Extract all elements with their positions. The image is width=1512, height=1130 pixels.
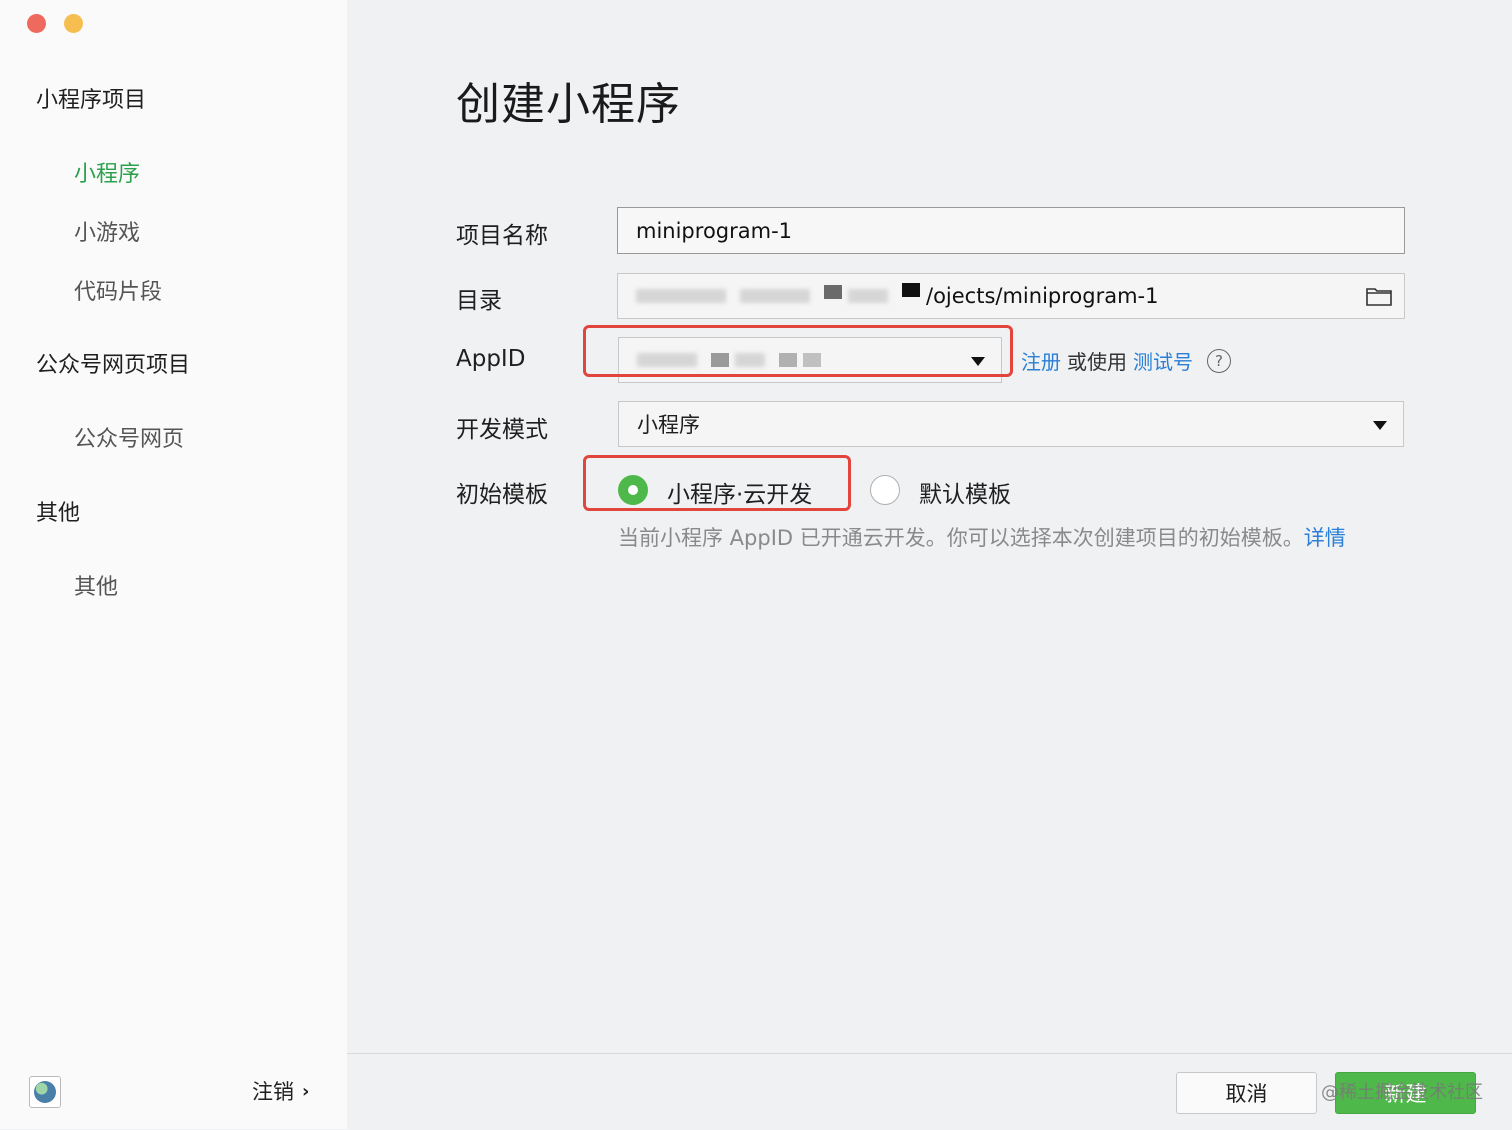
register-link[interactable]: 注册 (1021, 346, 1061, 375)
nav-group-official-account-project: 公众号网页项目 (36, 353, 191, 378)
caret-down-icon (1373, 421, 1387, 430)
redacted-appid (803, 353, 821, 367)
project-name-value: miniprogram-1 (636, 218, 793, 243)
template-hint-text: 当前小程序 AppID 已开通云开发。你可以选择本次创建项目的初始模板。 (618, 526, 1304, 550)
appid-label: AppID (456, 346, 526, 372)
dev-mode-select[interactable]: 小程序 (618, 401, 1404, 447)
dev-mode-value: 小程序 (637, 413, 700, 437)
directory-label: 目录 (456, 288, 502, 314)
sidebar-item-minigame[interactable]: 小游戏 (74, 215, 140, 247)
sidebar: 小程序项目 小程序 小游戏 代码片段 公众号网页项目 公众号网页 其他 其他 注… (0, 0, 347, 1129)
redacted-path (824, 285, 842, 299)
caret-down-icon (971, 357, 985, 366)
redacted-appid (779, 353, 797, 367)
watermark: @稀土掘金技术社区 (1321, 1082, 1483, 1103)
globe-icon (34, 1081, 56, 1103)
dialog-footer: 取消 新建 @稀土掘金技术社区 (347, 1053, 1512, 1130)
test-account-link[interactable]: 测试号 (1133, 346, 1193, 375)
sidebar-item-other[interactable]: 其他 (74, 569, 118, 601)
folder-icon[interactable] (1366, 286, 1392, 306)
window-minimize-button[interactable] (64, 14, 83, 33)
nav-group-other: 其他 (36, 501, 81, 526)
question-circle-icon[interactable]: ? (1207, 348, 1231, 373)
sidebar-item-official-account-web[interactable]: 公众号网页 (74, 421, 184, 453)
directory-input[interactable]: /ojects/miniprogram-1 (617, 273, 1405, 319)
cancel-button[interactable]: 取消 (1176, 1072, 1317, 1114)
page-title: 创建小程序 (456, 79, 681, 130)
logout-button[interactable]: 注销 › (252, 1076, 309, 1106)
directory-value: /ojects/miniprogram-1 (926, 284, 1159, 308)
project-name-input[interactable]: miniprogram-1 (617, 207, 1405, 254)
main-panel: 创建小程序 项目名称 miniprogram-1 目录 /ojects/mini… (347, 0, 1512, 1130)
or-use-text: 或使用 (1067, 350, 1127, 374)
appid-select[interactable] (618, 337, 1002, 383)
redacted-path (902, 283, 920, 297)
template-default-label[interactable]: 默认模板 (919, 475, 1011, 509)
template-hint: 当前小程序 AppID 已开通云开发。你可以选择本次创建项目的初始模板。详情 (618, 522, 1346, 552)
template-cloud-label[interactable]: 小程序·云开发 (667, 475, 812, 509)
appid-links: 注册 或使用 测试号 ? (1021, 346, 1231, 375)
redacted-path (848, 289, 888, 303)
logout-label: 注销 (252, 1080, 294, 1104)
redacted-path (740, 289, 810, 303)
redacted-appid (735, 353, 765, 367)
sidebar-item-miniprogram[interactable]: 小程序 (74, 156, 140, 188)
sidebar-item-code-snippet[interactable]: 代码片段 (74, 274, 162, 306)
window-close-button[interactable] (27, 14, 46, 33)
template-label: 初始模板 (456, 482, 548, 508)
redacted-appid (637, 353, 697, 367)
redacted-path (636, 289, 726, 303)
avatar[interactable] (29, 1076, 61, 1108)
project-name-label: 项目名称 (456, 223, 548, 249)
redacted-appid (711, 353, 729, 367)
template-default-radio[interactable] (870, 475, 900, 505)
template-cloud-radio[interactable] (618, 475, 648, 505)
details-link[interactable]: 详情 (1304, 526, 1346, 550)
dev-mode-label: 开发模式 (456, 417, 548, 443)
chevron-right-icon: › (302, 1080, 310, 1102)
nav-group-miniprogram-project: 小程序项目 (36, 88, 147, 113)
